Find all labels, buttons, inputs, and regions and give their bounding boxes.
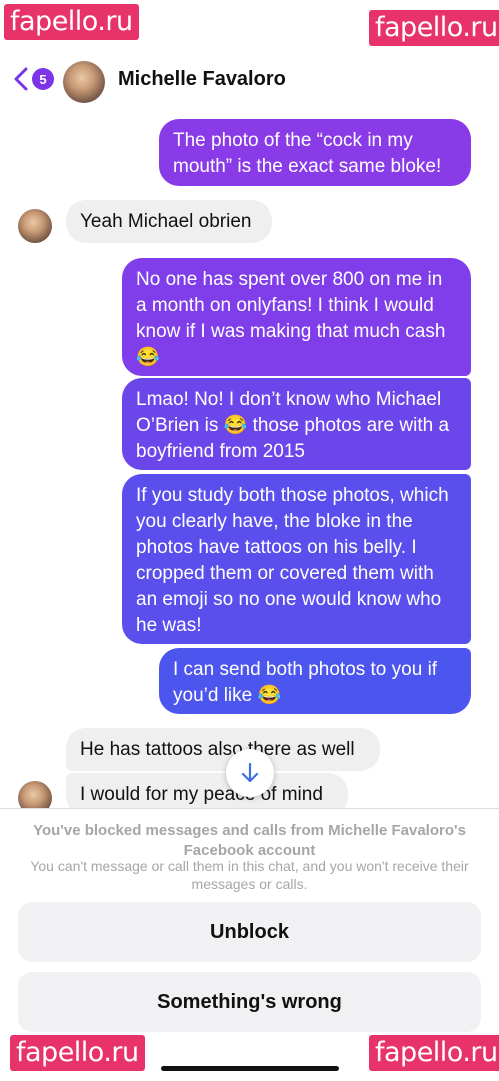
watermark-top-right: fapello.ru: [369, 10, 499, 46]
chevron-left-icon: [14, 67, 28, 91]
unblock-button[interactable]: Unblock: [18, 902, 481, 962]
sender-avatar: [18, 209, 52, 243]
chat-header: 5 Michelle Favaloro: [0, 48, 499, 112]
blocked-notice-subtitle: You can't message or call them in this c…: [30, 858, 469, 892]
arrow-down-icon: [241, 762, 259, 783]
message-bubble-outgoing[interactable]: I can send both photos to you if you’d l…: [159, 648, 471, 714]
message-bubble-incoming[interactable]: Yeah Michael obrien: [66, 200, 272, 243]
watermark-bottom-right: fapello.ru: [369, 1035, 499, 1071]
message-bubble-outgoing[interactable]: If you study both those photos, which yo…: [122, 474, 471, 644]
watermark-top-left: fapello.ru: [4, 4, 139, 40]
home-indicator[interactable]: [161, 1066, 339, 1071]
contact-avatar[interactable]: [63, 61, 105, 103]
message-bubble-outgoing[interactable]: No one has spent over 800 on me in a mon…: [122, 258, 471, 376]
unread-count-badge: 5: [32, 68, 54, 90]
something-wrong-button[interactable]: Something's wrong: [18, 972, 481, 1032]
message-bubble-outgoing[interactable]: Lmao! No! I don’t know who Michael O’Bri…: [122, 378, 471, 470]
blocked-notice-title: You've blocked messages and calls from M…: [33, 822, 466, 859]
scroll-to-bottom-button[interactable]: [226, 749, 274, 797]
watermark-bottom-left: fapello.ru: [10, 1035, 145, 1071]
message-bubble-outgoing[interactable]: The photo of the “cock in my mouth” is t…: [159, 119, 471, 186]
message-bubble-incoming[interactable]: He has tattoos also there as well: [66, 728, 380, 771]
back-button[interactable]: 5: [12, 66, 54, 92]
contact-name[interactable]: Michelle Favaloro: [118, 68, 286, 91]
